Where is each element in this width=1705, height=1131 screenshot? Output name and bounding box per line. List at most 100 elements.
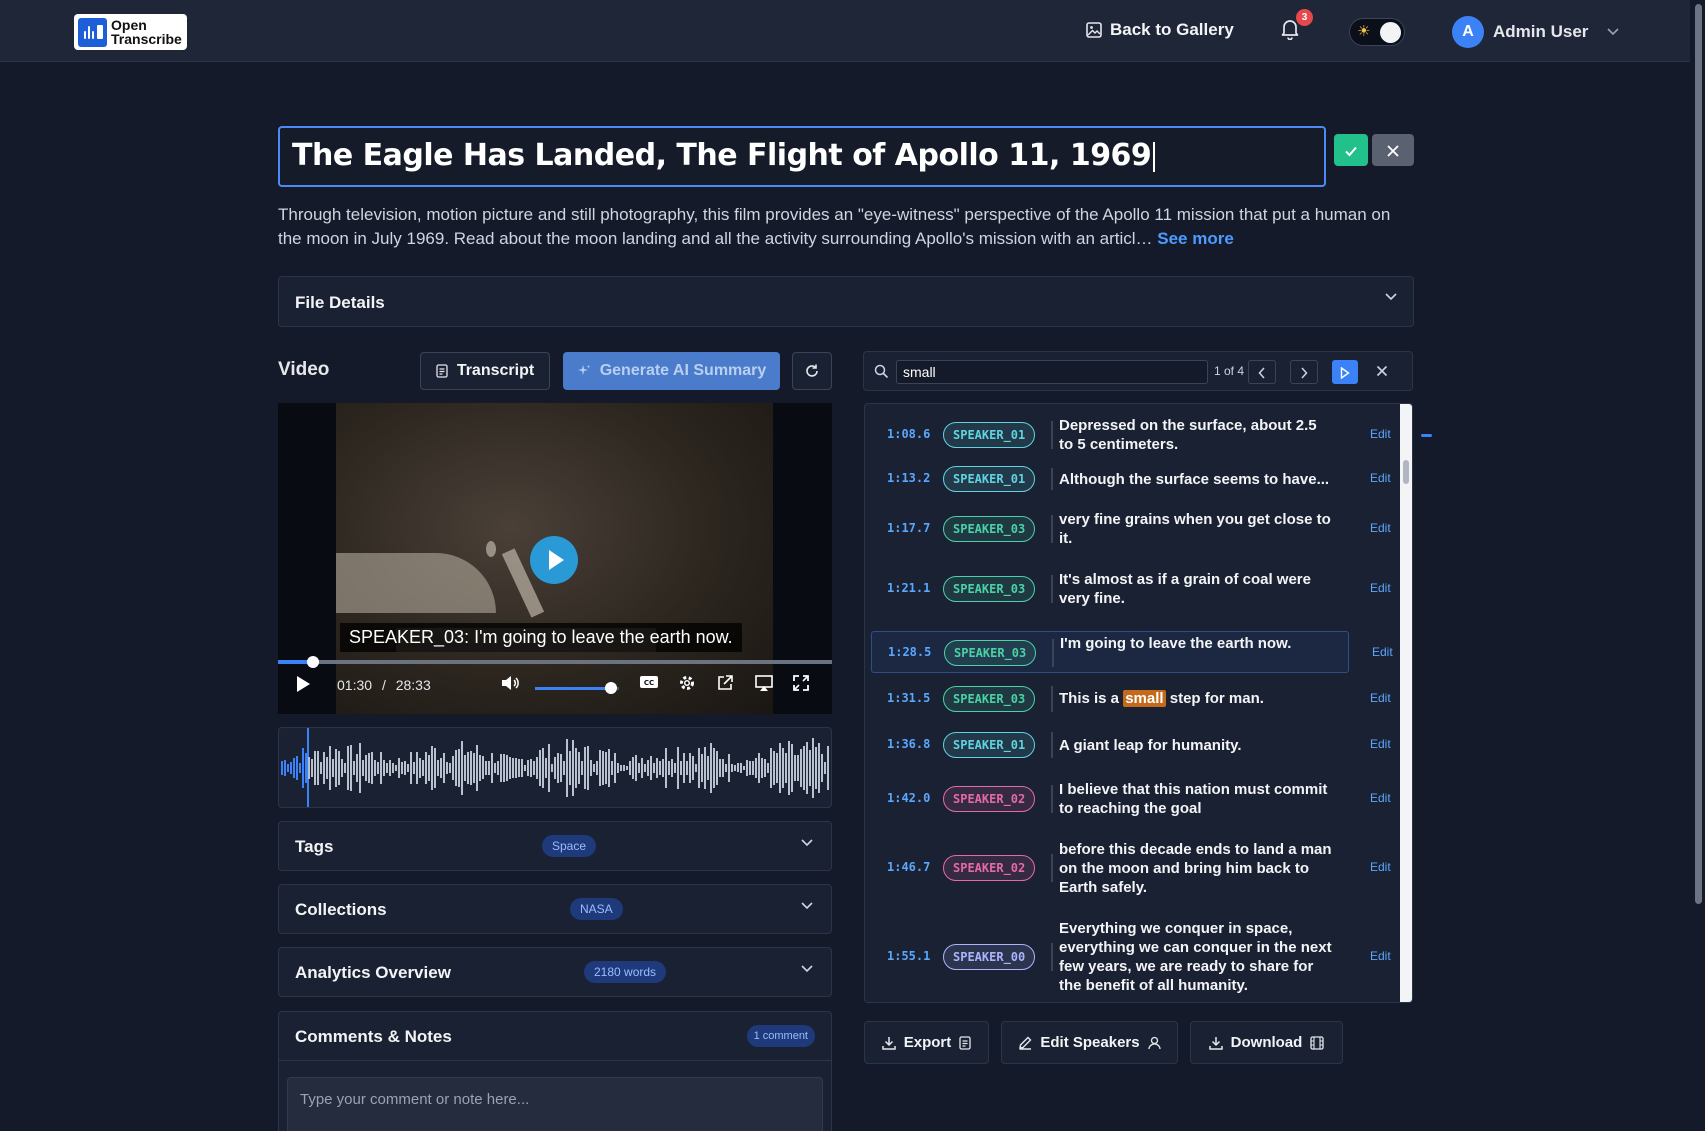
speaker-badge[interactable]: SPEAKER_02: [943, 786, 1036, 812]
edit-segment-link[interactable]: Edit: [1370, 521, 1391, 535]
volume-knob[interactable]: [604, 682, 617, 694]
speaker-badge[interactable]: SPEAKER_03: [944, 640, 1037, 666]
segment-timestamp[interactable]: 1:31.5: [887, 691, 930, 705]
edit-segment-link[interactable]: Edit: [1370, 471, 1391, 485]
segment-text[interactable]: I'm going to leave the earth now.: [1060, 634, 1335, 653]
segment-timestamp[interactable]: 1:55.1: [887, 949, 930, 963]
fullscreen-icon[interactable]: [792, 674, 810, 692]
speaker-badge[interactable]: SPEAKER_01: [943, 422, 1036, 448]
segment-timestamp[interactable]: 1:21.1: [887, 581, 930, 595]
speaker-badge[interactable]: SPEAKER_03: [943, 576, 1036, 602]
segment-timestamp[interactable]: 1:08.6: [887, 427, 930, 441]
video-player[interactable]: SPEAKER_03: I'm going to leave the earth…: [278, 403, 832, 714]
segment-text[interactable]: before this decade ends to land a man on…: [1059, 840, 1334, 897]
play-result-button[interactable]: [1332, 360, 1358, 384]
see-more-link[interactable]: See more: [1157, 229, 1234, 248]
segment-divider: [1051, 468, 1053, 490]
previous-result-button[interactable]: [1248, 360, 1276, 384]
segment-divider: [1051, 854, 1053, 882]
waveform-bar: [623, 765, 625, 771]
audio-waveform[interactable]: [278, 727, 832, 808]
page-scrollbar[interactable]: [1692, 0, 1705, 1131]
edit-speakers-button[interactable]: Edit Speakers: [1001, 1021, 1178, 1064]
transcript-segment[interactable]: 1:42.0 SPEAKER_02 I believe that this nati…: [871, 778, 1391, 820]
segment-timestamp[interactable]: 1:36.8: [887, 737, 930, 751]
edit-segment-link[interactable]: Edit: [1370, 737, 1391, 751]
segment-timestamp[interactable]: 1:17.7: [887, 521, 930, 535]
user-menu[interactable]: A Admin User: [1452, 16, 1619, 48]
transcript-segment[interactable]: 1:28.5 SPEAKER_03 I'm going to leave the e…: [871, 631, 1393, 673]
transcript-list: 1:08.6 SPEAKER_01 Depressed on the surface…: [864, 403, 1413, 1003]
speaker-badge[interactable]: SPEAKER_02: [943, 855, 1036, 881]
transcript-segment[interactable]: 1:31.5 SPEAKER_03 This is a small step for…: [871, 684, 1391, 714]
transcript-segment[interactable]: 1:55.1 SPEAKER_00 Everything we conquer in…: [871, 918, 1391, 996]
transcript-scrollbar-thumb[interactable]: [1403, 460, 1409, 484]
edit-segment-link[interactable]: Edit: [1370, 581, 1391, 595]
segment-timestamp[interactable]: 1:46.7: [887, 860, 930, 874]
volume-slider[interactable]: [535, 682, 619, 694]
waveform-bar: [659, 760, 661, 776]
transcript-search-input[interactable]: small: [896, 360, 1208, 384]
transcript-button[interactable]: Transcript: [420, 352, 550, 390]
edit-segment-link[interactable]: Edit: [1372, 645, 1393, 659]
cast-icon[interactable]: [754, 674, 774, 692]
edit-segment-link[interactable]: Edit: [1370, 427, 1391, 441]
transcript-segment[interactable]: 1:21.1 SPEAKER_03 It's almost as if a grai…: [871, 568, 1391, 610]
edit-segment-link[interactable]: Edit: [1370, 949, 1391, 963]
transcript-segment[interactable]: 1:46.7 SPEAKER_02 before this decade ends …: [871, 838, 1391, 898]
segment-text[interactable]: Although the surface seems to have...: [1059, 470, 1334, 489]
analytics-overview-panel[interactable]: Analytics Overview 2180 words: [278, 947, 832, 997]
confirm-title-button[interactable]: [1334, 134, 1368, 166]
progress-knob[interactable]: [306, 656, 319, 668]
edit-segment-link[interactable]: Edit: [1370, 691, 1391, 705]
speaker-badge[interactable]: SPEAKER_03: [943, 686, 1036, 712]
speaker-badge[interactable]: SPEAKER_03: [943, 516, 1036, 542]
transcript-scrollbar[interactable]: [1400, 404, 1412, 1002]
play-overlay-button[interactable]: [530, 536, 578, 584]
close-search-icon[interactable]: [1376, 365, 1388, 377]
segment-text[interactable]: Everything we conquer in space, everythi…: [1059, 919, 1334, 995]
download-button[interactable]: Download: [1190, 1021, 1343, 1064]
segment-timestamp[interactable]: 1:42.0: [887, 791, 930, 805]
speaker-badge[interactable]: SPEAKER_00: [943, 944, 1036, 970]
segment-text[interactable]: This is a small step for man.: [1059, 689, 1334, 708]
export-button[interactable]: Export: [864, 1021, 989, 1064]
file-details-panel[interactable]: File Details: [278, 276, 1414, 327]
logo-icon: [78, 17, 107, 47]
transcript-segment[interactable]: 1:17.7 SPEAKER_03 very fine grains when yo…: [871, 508, 1391, 550]
segment-timestamp[interactable]: 1:13.2: [887, 471, 930, 485]
search-highlight: small: [1123, 690, 1166, 707]
segment-text[interactable]: A giant leap for humanity.: [1059, 736, 1334, 755]
collections-panel[interactable]: Collections NASA: [278, 884, 832, 934]
generate-ai-summary-button[interactable]: Generate AI Summary: [563, 352, 780, 390]
segment-text[interactable]: Depressed on the surface, about 2.5 to 5…: [1059, 416, 1334, 454]
cancel-title-button[interactable]: [1372, 134, 1414, 166]
app-logo[interactable]: Open Transcribe: [74, 14, 187, 50]
edit-segment-link[interactable]: Edit: [1370, 860, 1391, 874]
tags-panel[interactable]: Tags Space: [278, 821, 832, 871]
theme-toggle[interactable]: ☀: [1349, 18, 1405, 46]
segment-text[interactable]: I believe that this nation must commit t…: [1059, 780, 1334, 818]
page-scrollbar-thumb[interactable]: [1695, 4, 1702, 904]
segment-divider: [1051, 732, 1053, 758]
volume-icon[interactable]: [500, 674, 520, 692]
closed-captions-icon[interactable]: CC: [639, 674, 659, 690]
back-to-gallery-link[interactable]: Back to Gallery: [1086, 20, 1234, 40]
transcript-segment[interactable]: 1:08.6 SPEAKER_01 Depressed on the surface…: [871, 414, 1391, 456]
refresh-button[interactable]: [792, 352, 832, 390]
segment-timestamp[interactable]: 1:28.5: [888, 645, 931, 659]
play-icon[interactable]: [295, 675, 311, 693]
transcript-segment[interactable]: 1:36.8 SPEAKER_01 A giant leap for humanit…: [871, 730, 1391, 760]
segment-text[interactable]: very fine grains when you get close to i…: [1059, 510, 1334, 548]
title-input[interactable]: The Eagle Has Landed, The Flight of Apol…: [278, 126, 1326, 187]
comment-input[interactable]: Type your comment or note here...: [287, 1077, 823, 1131]
popout-icon[interactable]: [716, 674, 734, 692]
settings-gear-icon[interactable]: [678, 674, 696, 692]
speaker-badge[interactable]: SPEAKER_01: [943, 732, 1036, 758]
speaker-badge[interactable]: SPEAKER_01: [943, 466, 1036, 492]
edit-segment-link[interactable]: Edit: [1370, 791, 1391, 805]
segment-text[interactable]: It's almost as if a grain of coal were v…: [1059, 570, 1334, 608]
next-result-button[interactable]: [1290, 360, 1318, 384]
video-progress-bar[interactable]: [278, 656, 832, 668]
transcript-segment[interactable]: 1:13.2 SPEAKER_01 Although the surface see…: [871, 466, 1391, 492]
